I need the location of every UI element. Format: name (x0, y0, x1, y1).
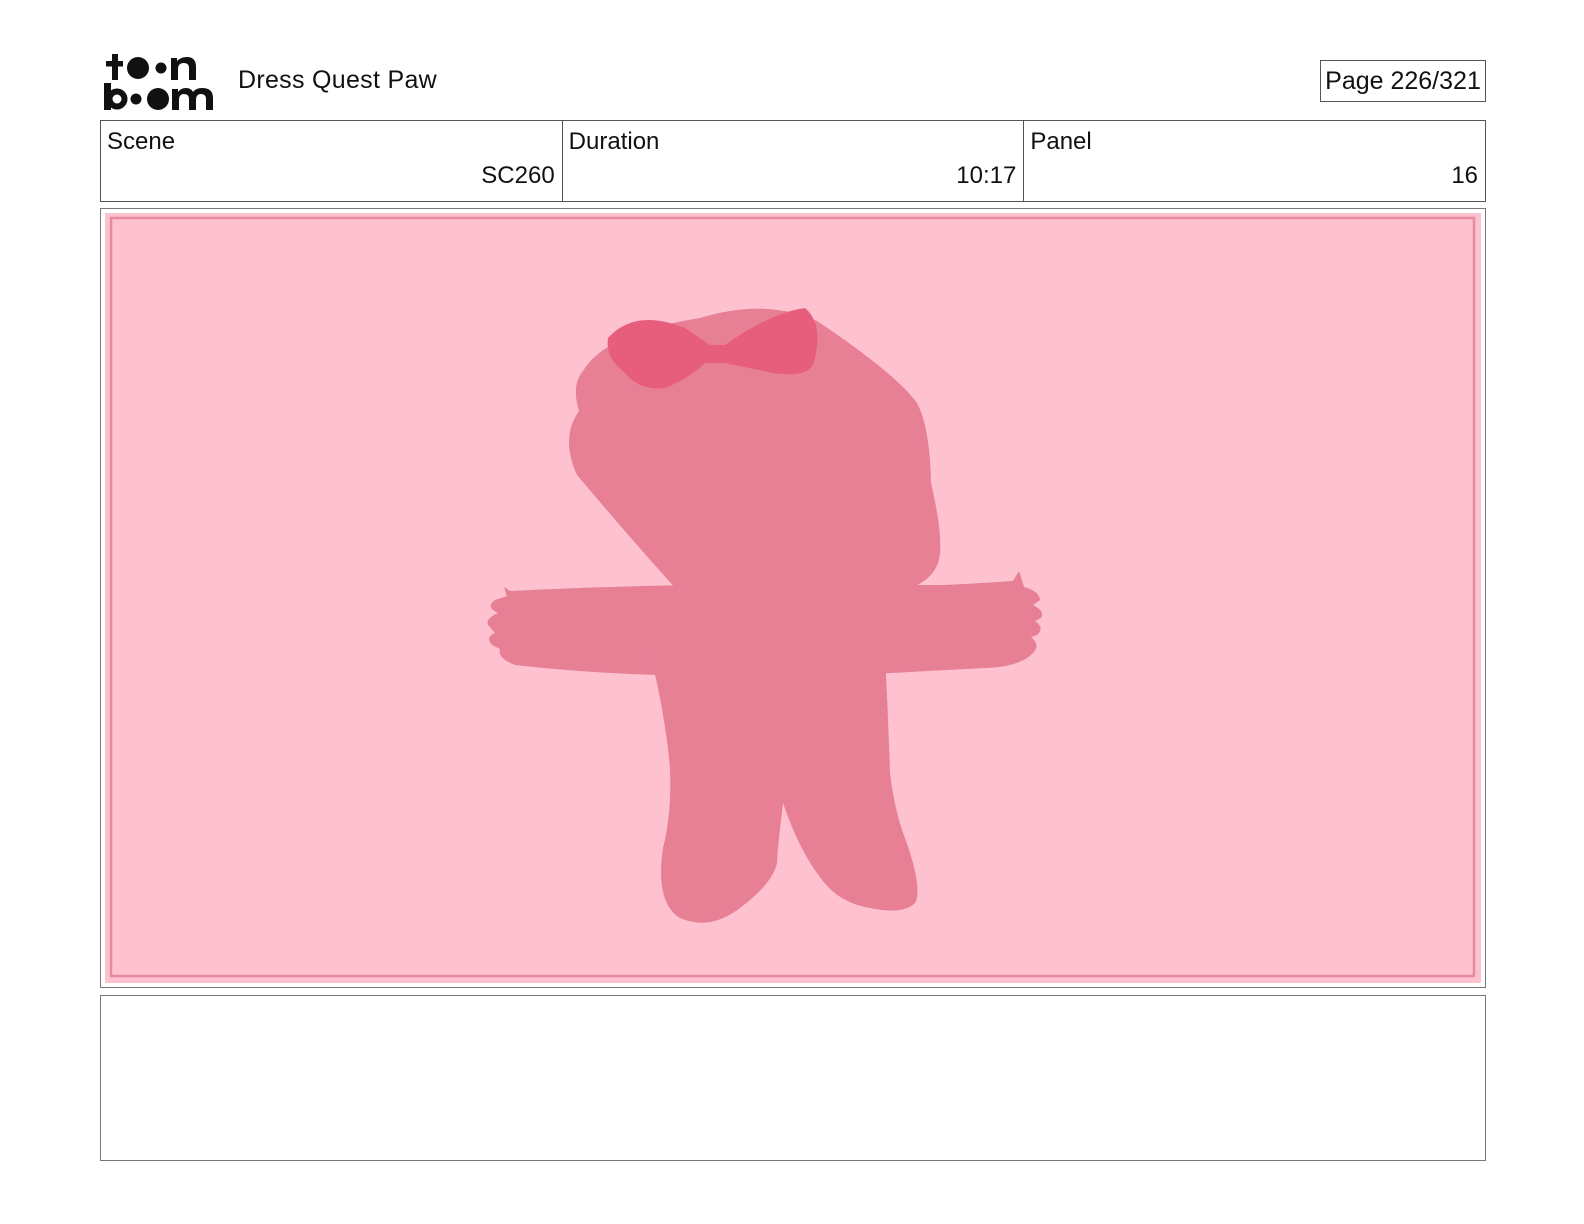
panel-value: 16 (1451, 162, 1479, 189)
toonboom-logo (104, 54, 213, 110)
scene-label: Scene (107, 128, 176, 155)
panel-notes-box (100, 995, 1486, 1161)
duration-cell: Duration 10:17 (563, 121, 1025, 201)
scene-cell: Scene SC260 (101, 121, 563, 201)
panel-cell: Panel 16 (1024, 121, 1485, 201)
panel-drawing (105, 213, 1481, 983)
duration-value: 10:17 (956, 162, 1017, 189)
page-indicator: Page 226/321 (1320, 60, 1486, 102)
panel-info-table: Scene SC260 Duration 10:17 Panel 16 (100, 120, 1486, 202)
storyboard-panel (100, 208, 1486, 988)
project-title: Dress Quest Paw (238, 66, 438, 94)
panel-label: Panel (1030, 128, 1092, 155)
scene-value: SC260 (481, 162, 555, 189)
duration-label: Duration (568, 128, 660, 155)
